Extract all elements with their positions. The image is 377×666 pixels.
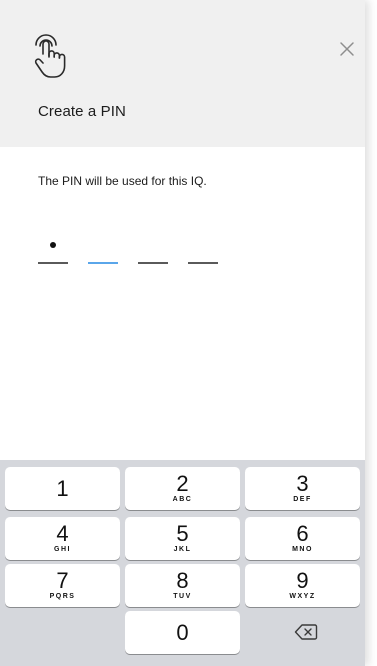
key-letters: MNO: [292, 546, 313, 553]
key-0[interactable]: 0: [125, 611, 240, 654]
pin-digit-4[interactable]: [188, 232, 218, 264]
create-pin-screen: Create a PIN The PIN will be used for th…: [0, 0, 365, 666]
key-letters: PQRS: [49, 593, 76, 600]
backspace-icon: [294, 624, 318, 640]
key-digit: 9: [296, 568, 309, 593]
key-digit: 3: [296, 471, 309, 496]
key-letters: WXYZ: [289, 593, 316, 600]
pin-digit-3[interactable]: [138, 232, 168, 264]
key-9[interactable]: 9 WXYZ: [245, 564, 360, 607]
pin-instruction: The PIN will be used for this IQ.: [38, 174, 207, 188]
close-button[interactable]: [336, 38, 358, 60]
pin-underline-active: [88, 262, 118, 264]
key-2[interactable]: 2 ABC: [125, 467, 240, 510]
key-digit: 5: [176, 521, 189, 546]
key-4[interactable]: 4 GHI: [5, 517, 120, 560]
key-digit: 0: [176, 620, 189, 645]
key-digit: 4: [56, 521, 69, 546]
pin-dot: [50, 242, 56, 248]
key-digit: 8: [176, 568, 189, 593]
key-5[interactable]: 5 JKL: [125, 517, 240, 560]
pin-underline: [138, 262, 168, 264]
page-title: Create a PIN: [38, 103, 126, 120]
key-1[interactable]: 1: [5, 467, 120, 510]
tap-finger-icon: [34, 34, 66, 78]
key-digit: 7: [56, 568, 69, 593]
pin-underline: [188, 262, 218, 264]
delete-button[interactable]: [248, 611, 363, 654]
key-7[interactable]: 7 PQRS: [5, 564, 120, 607]
key-8[interactable]: 8 TUV: [125, 564, 240, 607]
key-letters: JKL: [173, 546, 192, 553]
key-digit: 2: [176, 471, 189, 496]
pin-digit-1[interactable]: [38, 232, 68, 264]
pin-underline: [38, 262, 68, 264]
key-letters: GHI: [54, 546, 71, 553]
pin-digit-2[interactable]: [88, 232, 118, 264]
key-letters: ABC: [172, 496, 193, 503]
key-digit: 1: [56, 476, 69, 501]
key-6[interactable]: 6 MNO: [245, 517, 360, 560]
key-digit: 6: [296, 521, 309, 546]
key-letters: DEF: [293, 496, 312, 503]
key-letters: TUV: [173, 593, 192, 600]
header: Create a PIN: [0, 0, 365, 147]
key-3[interactable]: 3 DEF: [245, 467, 360, 510]
